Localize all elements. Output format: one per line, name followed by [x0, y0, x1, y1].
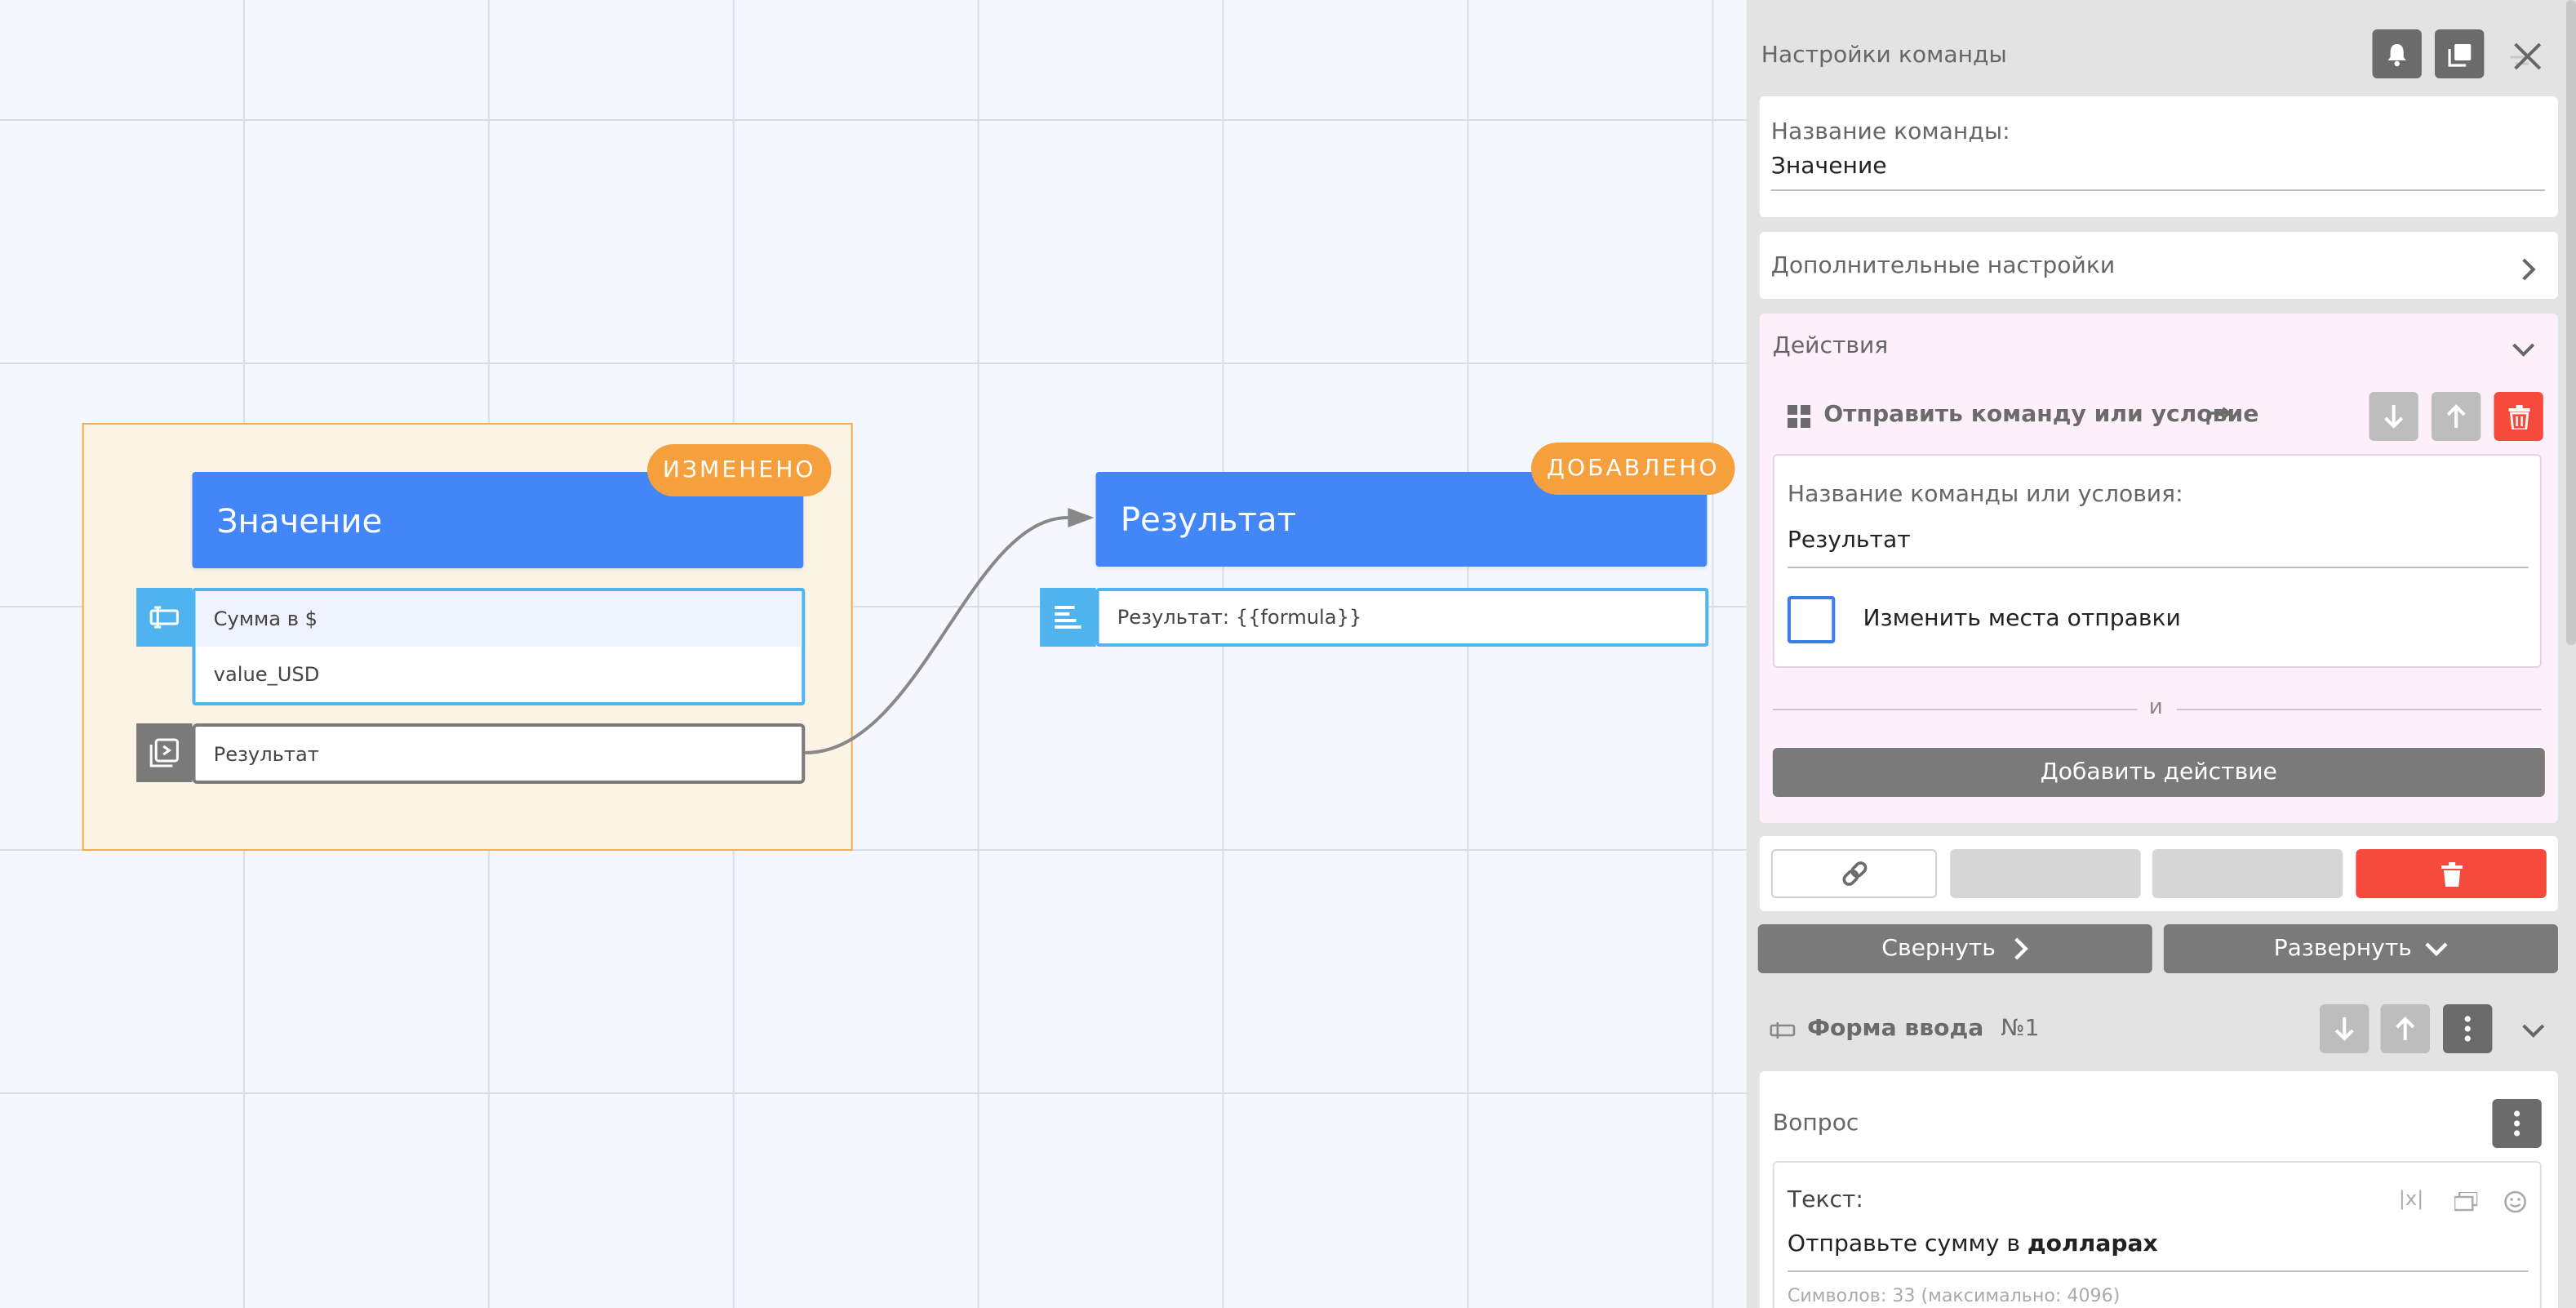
move-action-up-button[interactable]	[2431, 392, 2481, 441]
question-card: Вопрос Текст: |x| Отправьте сумму в долл…	[1759, 1071, 2558, 1308]
chevron-down-icon[interactable]	[2522, 1022, 2545, 1039]
bell-icon	[2387, 43, 2406, 66]
question-text-box: Текст: |x| Отправьте сумму в долларах Си…	[1772, 1161, 2542, 1308]
send-target-label: Результат	[213, 742, 319, 765]
question-menu-button[interactable]	[2492, 1099, 2542, 1148]
text-label: Текст:	[1787, 1187, 1863, 1213]
close-icon	[2510, 42, 2542, 70]
block-menu-button[interactable]	[2443, 1004, 2493, 1053]
question-text-input[interactable]: Отправьте сумму в долларах	[1788, 1231, 2158, 1257]
question-label: Вопрос	[1772, 1110, 1859, 1137]
input-field-icon	[149, 606, 179, 629]
chevron-right-icon	[2014, 937, 2028, 960]
text-lines-icon	[1055, 606, 1081, 629]
change-destinations-checkbox[interactable]	[1787, 596, 1836, 643]
and-separator: и	[2148, 696, 2163, 720]
send-command-block[interactable]: Результат	[192, 723, 806, 784]
delete-command-button[interactable]	[2356, 849, 2547, 898]
kebab-menu-icon	[2513, 1110, 2520, 1137]
redirect-arrow-icon	[2206, 407, 2232, 425]
close-button[interactable]	[2506, 36, 2548, 78]
kebab-menu-icon	[2464, 1016, 2471, 1042]
link-button[interactable]	[1770, 849, 1938, 898]
action-detail-card: Название команды или условия: Результат …	[1772, 454, 2542, 668]
link-icon	[1841, 861, 1867, 886]
grid-icon	[1787, 405, 1811, 428]
emoji-icon[interactable]	[2504, 1190, 2527, 1213]
node-actions-bar	[1759, 836, 2558, 911]
trash-icon	[2507, 404, 2529, 429]
chevron-right-icon	[2522, 258, 2536, 281]
panel-title: Настройки команды	[1761, 42, 2007, 69]
app-root: Значение ИЗМЕНЕНО Сумма в $ value_USD Ре…	[0, 0, 2576, 1308]
trash-icon	[2441, 861, 2463, 886]
input-field-icon	[1770, 1022, 1796, 1039]
delete-action-button[interactable]	[2494, 392, 2543, 441]
panel-scrollbar[interactable]	[2565, 0, 2576, 645]
changed-badge: ИЗМЕНЕНО	[647, 444, 832, 496]
input-form-title: Форма ввода №1	[1807, 1016, 2040, 1042]
move-block-up-button[interactable]	[2380, 1004, 2430, 1053]
input-form-block-icon	[136, 588, 193, 647]
arrow-down-icon	[2384, 405, 2404, 429]
insert-variable-icon[interactable]: |x|	[2399, 1187, 2424, 1210]
advanced-settings-row[interactable]: Дополнительные настройки	[1759, 232, 2558, 299]
copy-icon	[2447, 43, 2471, 66]
duplicate-button[interactable]	[2434, 29, 2485, 78]
input-variable-row: value_USD	[213, 663, 320, 686]
disabled-action-button-2[interactable]	[2152, 849, 2343, 898]
command-name-label: Название команды:	[1770, 119, 2010, 145]
message-text: Результат: {{formula}}	[1117, 606, 1362, 629]
add-action-button[interactable]: Добавить действие	[1772, 748, 2545, 797]
added-badge: ДОБАВЛЕНО	[1530, 443, 1735, 495]
chevron-down-icon	[2425, 942, 2448, 957]
arrow-up-icon	[2396, 1017, 2415, 1040]
node-title: Результат	[1120, 500, 1297, 539]
move-block-down-button[interactable]	[2320, 1004, 2369, 1053]
actions-title[interactable]: Действия	[1773, 333, 1888, 359]
arrow-up-icon	[2446, 404, 2466, 428]
expand-all-button[interactable]: Развернуть	[2163, 924, 2558, 973]
flow-canvas[interactable]: Значение ИЗМЕНЕНО Сумма в $ value_USD Ре…	[0, 0, 1747, 1308]
message-block[interactable]: Результат: {{formula}}	[1095, 588, 1709, 647]
move-action-down-button[interactable]	[2369, 392, 2418, 441]
node-title: Значение	[216, 501, 383, 540]
notify-button[interactable]	[2372, 29, 2422, 78]
send-command-block-icon	[136, 723, 193, 782]
chevron-down-icon	[2512, 343, 2535, 357]
input-form-block[interactable]: Сумма в $ value_USD	[192, 588, 806, 705]
message-block-icon	[1040, 588, 1096, 647]
command-name-input[interactable]: Значение	[1771, 153, 1887, 180]
target-command-input[interactable]: Результат	[1788, 527, 1911, 554]
command-settings-panel: Настройки команды Название команды: Знач…	[1746, 0, 2576, 1308]
actions-section: Действия Отправить команду или условие Н…	[1759, 314, 2558, 823]
action-title: Отправить команду или условие	[1823, 402, 2259, 428]
image-icon[interactable]	[2454, 1192, 2478, 1212]
send-command-icon	[149, 738, 179, 767]
disabled-action-button-1[interactable]	[1950, 849, 2141, 898]
collapse-all-button[interactable]: Свернуть	[1757, 924, 2152, 973]
char-count: Символов: 33 (максимально: 4096)	[1787, 1285, 2121, 1306]
arrow-down-icon	[2334, 1017, 2354, 1041]
checkbox-label: Изменить места отправки	[1863, 606, 2181, 632]
input-label-row: Сумма в $	[195, 591, 802, 647]
command-name-card: Название команды: Значение	[1759, 96, 2558, 217]
